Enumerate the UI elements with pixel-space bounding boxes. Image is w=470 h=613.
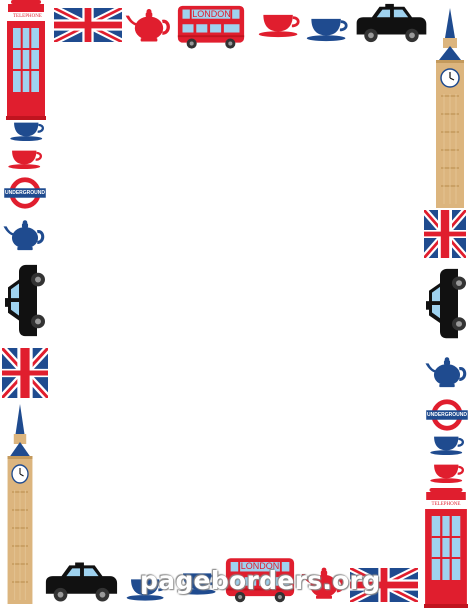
telephone-box-icon: TELEPHONE (6, 0, 46, 120)
telephone-label: TELEPHONE (431, 502, 461, 507)
telephone-label: TELEPHONE (13, 14, 42, 19)
london-taxi-icon (5, 264, 45, 337)
big-ben-icon (4, 404, 36, 604)
teapot-icon (124, 4, 174, 44)
underground-label: UNDERGROUND (427, 412, 467, 418)
teacup-icon (8, 120, 46, 142)
telephone-box-icon: TELEPHONE (424, 488, 468, 608)
teacup-icon (428, 434, 466, 456)
london-bus-icon: LONDON (176, 4, 246, 50)
london-taxi-icon (352, 2, 430, 44)
teacup-icon (304, 16, 350, 42)
page-border: TELEPHONE LONDON UNDERGROUND UNDERGROUND… (0, 0, 470, 608)
underground-sign-icon: UNDERGROUND (4, 176, 46, 210)
union-jack-icon (2, 348, 48, 398)
underground-label: UNDERGROUND (5, 190, 45, 196)
teacup-icon (6, 148, 44, 170)
teacup-icon (256, 12, 302, 38)
teapot-icon (424, 352, 470, 390)
watermark-text: pageborders.org (140, 566, 381, 595)
big-ben-icon (432, 8, 468, 208)
underground-sign-icon: UNDERGROUND (426, 398, 468, 432)
union-jack-icon (54, 6, 122, 44)
union-jack-icon (424, 210, 466, 258)
teapot-icon (2, 216, 48, 252)
teacup-icon (428, 462, 466, 484)
bus-label: LONDON (192, 9, 231, 19)
london-taxi-icon (426, 268, 466, 339)
london-taxi-icon (42, 560, 120, 604)
